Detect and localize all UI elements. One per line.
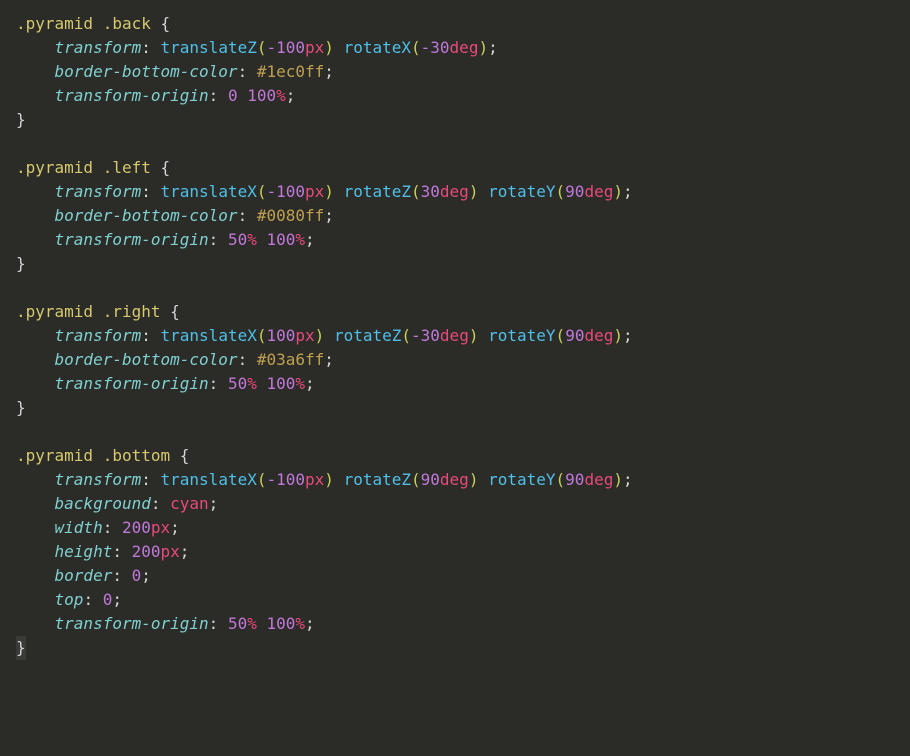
code-editor[interactable]: .pyramid .back { transform: translateZ(-… (16, 12, 894, 660)
